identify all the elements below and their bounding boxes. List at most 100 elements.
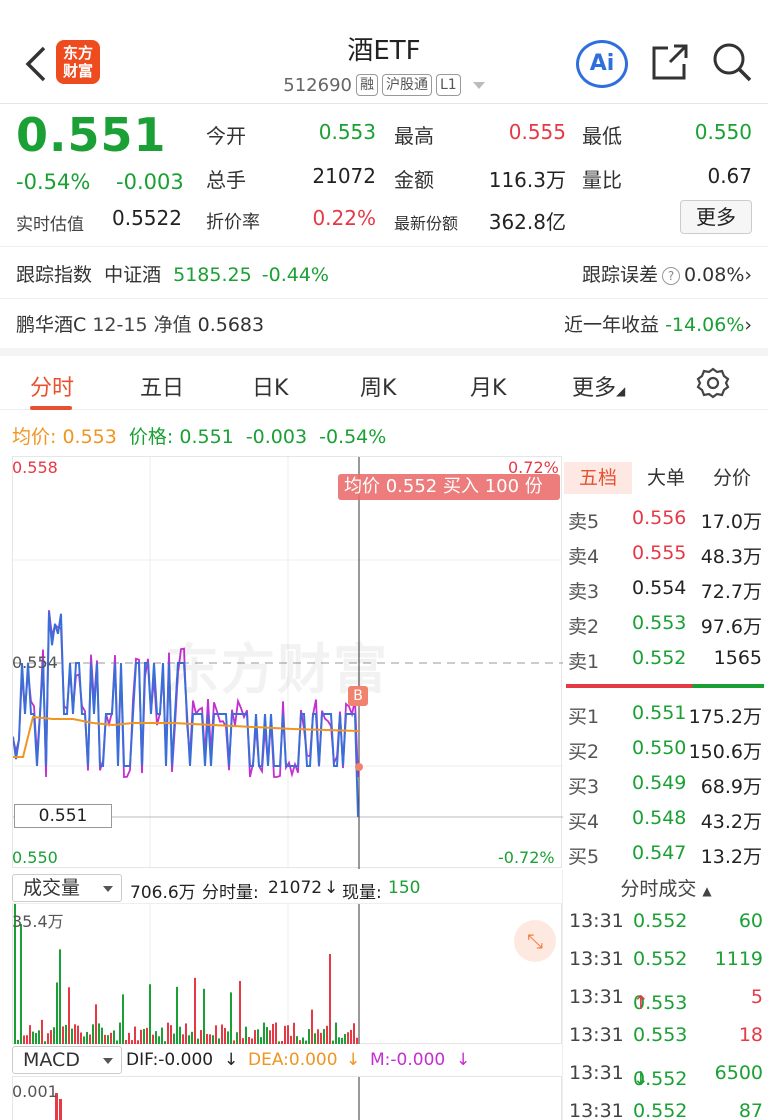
bid-vol: 68.9万	[700, 776, 762, 798]
ask-label: 卖5	[568, 511, 600, 533]
volume-chart[interactable]	[12, 878, 562, 1044]
expand-icon[interactable]: ⤡	[514, 920, 556, 962]
volume-bar	[293, 1022, 295, 1044]
settings-gear-icon[interactable]	[696, 366, 730, 400]
amount-value: 116.3万	[488, 168, 566, 192]
trade-price: 0.553	[633, 1024, 688, 1046]
volume-bar	[149, 984, 151, 1044]
ai-assistant-button[interactable]: Ai	[576, 40, 628, 88]
volume-bar	[29, 1025, 31, 1044]
realtime-est-label: 实时估值	[16, 215, 84, 235]
crosshair-price-box: 0.551	[14, 804, 112, 828]
volume-bar	[98, 1023, 100, 1044]
tick-trades[interactable]: 分时成交 ▲ 13:31 0.552 60 13:31 0.552 1119 13:31…	[562, 870, 768, 1120]
tab-intraday[interactable]: 分时	[30, 370, 74, 402]
buy-sell-ratio-bar	[566, 684, 764, 688]
macd-chart[interactable]	[12, 1076, 562, 1120]
bid-vol: 13.2万	[700, 846, 762, 868]
tab-underline	[30, 406, 72, 410]
volume-period-label: 分时量:	[202, 883, 259, 903]
shares-value: 362.8亿	[488, 210, 566, 234]
ask-label: 卖1	[568, 651, 600, 673]
share-icon[interactable]	[650, 42, 690, 82]
volume-bar	[308, 1029, 310, 1044]
volume-bar	[77, 1025, 79, 1044]
ask-price: 0.556	[632, 507, 687, 529]
volume-bar	[152, 1034, 154, 1044]
tab-monthly-k[interactable]: 月K	[470, 370, 506, 402]
trade-vol: 60	[738, 910, 763, 932]
volume-bar	[59, 949, 61, 1044]
volume-bar	[65, 1024, 67, 1044]
volume-bar	[227, 1031, 229, 1044]
bid-price: 0.551	[632, 702, 687, 724]
ask-row: 卖2 0.553 97.6万	[562, 606, 768, 641]
volume-bar	[326, 1025, 328, 1044]
bid-row: 买4 0.548 43.2万	[562, 801, 768, 836]
tracking-index-name: 中证酒	[104, 264, 162, 286]
volume-bar	[335, 1022, 337, 1044]
tab-five-level[interactable]: 五档	[564, 462, 632, 494]
down-arrow-icon: ↓	[633, 1068, 649, 1090]
bid-label: 买2	[568, 741, 600, 763]
ask-label: 卖2	[568, 616, 600, 638]
volume-bar	[17, 1039, 19, 1044]
tab-more[interactable]: 更多◢	[572, 370, 625, 402]
tab-price-split[interactable]: 分价	[698, 462, 766, 494]
high-value: 0.555	[508, 120, 566, 144]
price-label: 价格:	[128, 426, 174, 448]
tab-weekly-k[interactable]: 周K	[360, 370, 396, 402]
indicator-select-volume[interactable]: 成交量	[12, 874, 122, 902]
volume-bar	[194, 977, 196, 1044]
order-book: 五档 大单 分价 卖5 0.556 17.0万 卖4 0.555 48.3万 卖3 0.5…	[562, 456, 768, 868]
bid-label: 买3	[568, 776, 600, 798]
macd-m: M:-0.000	[370, 1050, 446, 1070]
macd-dif: DIF:-0.000	[126, 1050, 214, 1070]
help-icon[interactable]: ?	[662, 266, 681, 285]
y-axis-bottom: 0.550	[12, 848, 58, 867]
linked-fund-row[interactable]: 鹏华酒C 12-15 净值 0.5683	[16, 310, 264, 337]
tab-more-label: 更多	[572, 376, 617, 401]
more-quote-button[interactable]: 更多	[680, 200, 752, 234]
legend-change-pct: -0.54%	[319, 426, 387, 448]
volume-bar	[221, 1024, 223, 1044]
volume-bar	[176, 986, 178, 1044]
trade-time: 13:31	[569, 1100, 624, 1120]
volume-bar	[332, 1040, 334, 1044]
volume-bar	[272, 1023, 274, 1044]
trades-header[interactable]: 分时成交 ▲	[563, 874, 768, 901]
volume-bar	[89, 1034, 91, 1044]
volume-bar	[296, 1036, 298, 1044]
macd-select-label: MACD	[23, 1049, 80, 1071]
price-value: 0.551	[179, 426, 234, 448]
down-arrow-icon: ↓	[346, 1050, 361, 1070]
ask-vol: 97.6万	[700, 616, 762, 638]
dropdown-triangle-icon	[103, 1058, 113, 1064]
bid-vol: 150.6万	[688, 741, 762, 763]
volume-bar	[311, 1009, 313, 1044]
fund-name: 鹏华酒C	[16, 314, 87, 336]
ask-vol: 17.0万	[700, 511, 762, 533]
tracking-index-row[interactable]: 跟踪指数 中证酒 5185.25 -0.44%	[16, 260, 329, 287]
tab-big-order[interactable]: 大单	[632, 462, 700, 494]
volume-period-value: 21072	[268, 878, 323, 898]
pct-axis-bottom: -0.72%	[498, 848, 555, 867]
dropdown-triangle-icon	[103, 886, 113, 892]
volume-bar	[191, 1031, 193, 1044]
volume-bar	[155, 1031, 157, 1044]
volume-now-value: 150	[388, 878, 421, 898]
bid-row: 买1 0.551 175.2万	[562, 696, 768, 731]
trade-row: 13:31 0.552 60	[563, 904, 768, 942]
ask-row: 卖1 0.552 1565	[562, 641, 768, 676]
ask-row: 卖4 0.555 48.3万	[562, 536, 768, 571]
trade-vol: 87	[738, 1100, 763, 1120]
year-return[interactable]: 近一年收益 -14.06%›	[564, 310, 752, 337]
search-icon[interactable]	[710, 40, 754, 84]
tracking-error[interactable]: 跟踪误差? 0.08%›	[582, 260, 752, 287]
indicator-select-macd[interactable]: MACD	[12, 1046, 122, 1074]
volume-label: 总手	[206, 168, 246, 192]
buy-marker[interactable]: B	[348, 686, 368, 706]
tab-five-day[interactable]: 五日	[140, 370, 184, 402]
bid-label: 买4	[568, 811, 600, 833]
tab-daily-k[interactable]: 日K	[252, 370, 288, 402]
